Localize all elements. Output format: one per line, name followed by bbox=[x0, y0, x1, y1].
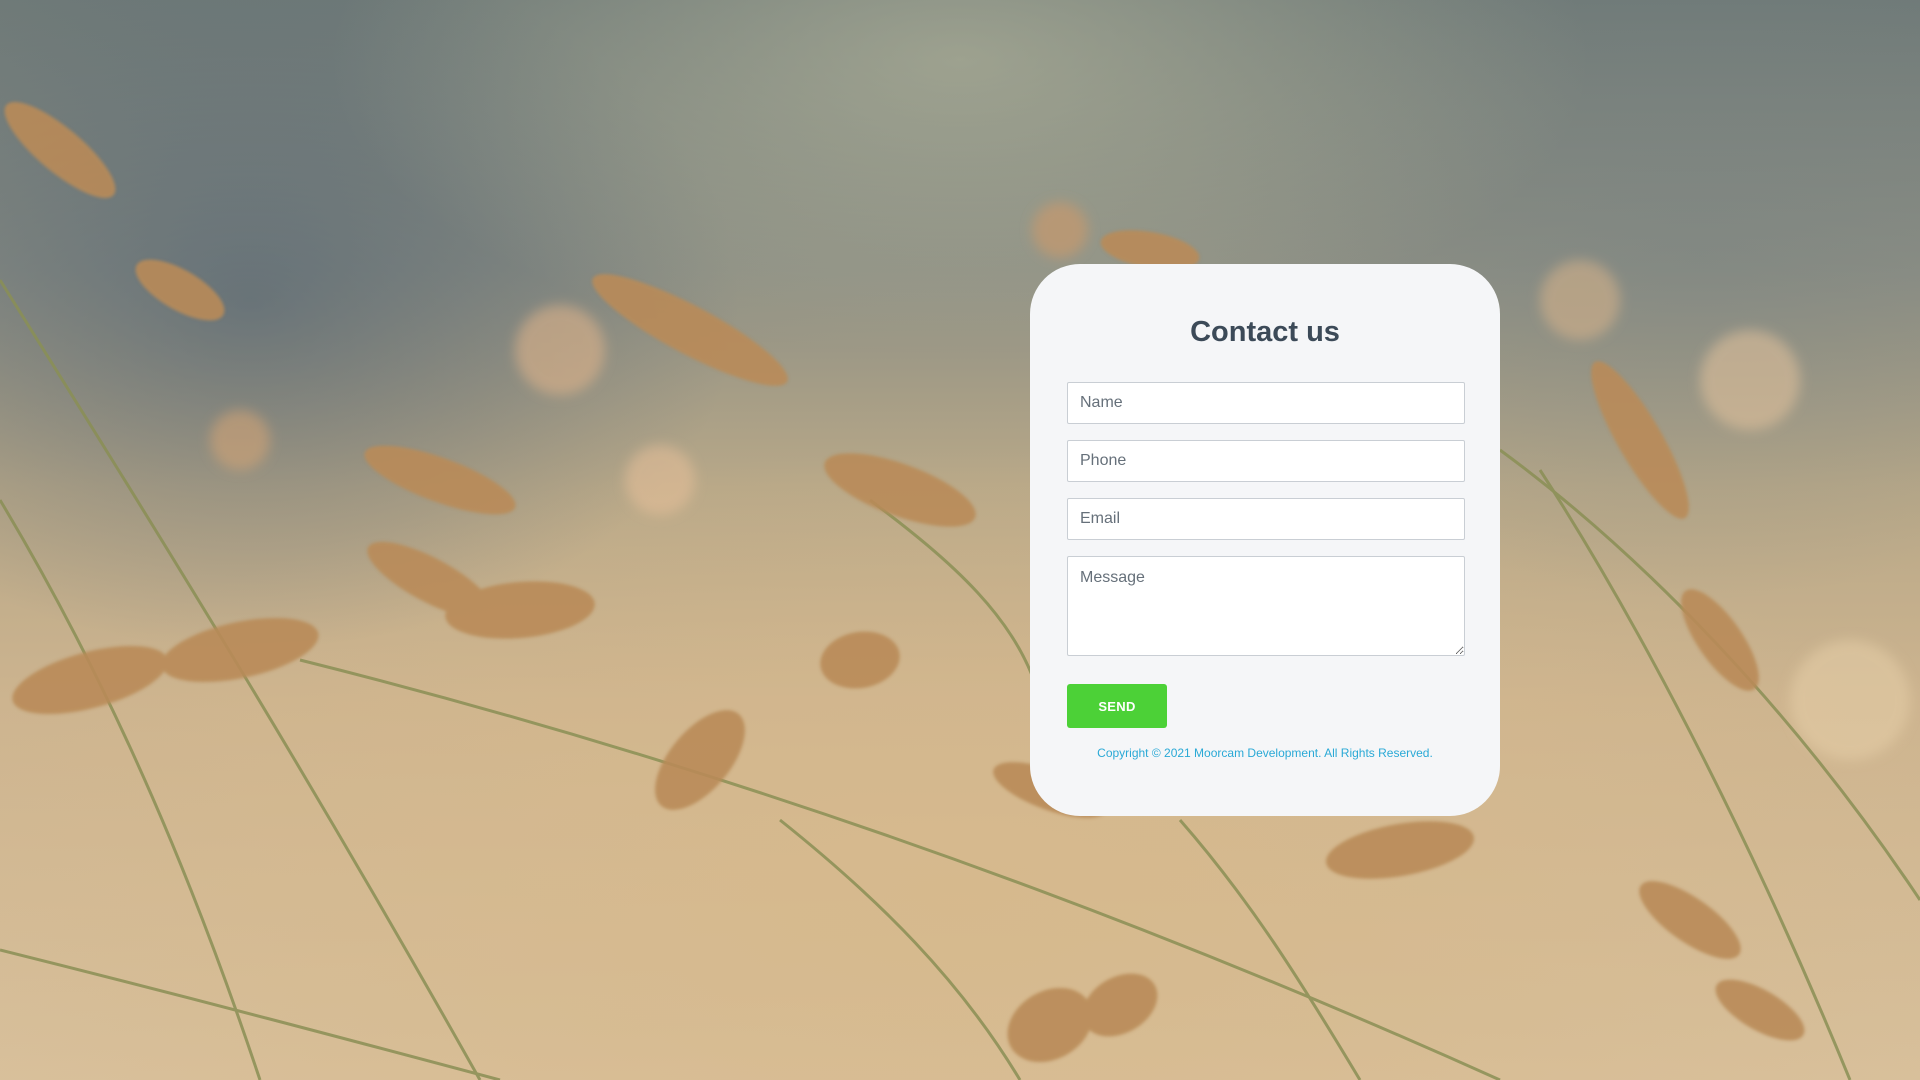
email-input[interactable] bbox=[1067, 498, 1465, 540]
name-input[interactable] bbox=[1067, 382, 1465, 424]
copyright-text: Copyright © 2021 Moorcam Development. Al… bbox=[1097, 746, 1433, 760]
send-button[interactable]: SEND bbox=[1067, 684, 1167, 728]
wheat-field-illustration bbox=[0, 101, 1920, 1080]
form-title: Contact us bbox=[1190, 316, 1340, 348]
wheat-heads bbox=[4, 101, 1805, 1063]
contact-form-card: Contact us SEND Copyright © 2021 Moorcam… bbox=[1030, 264, 1500, 816]
message-textarea[interactable] bbox=[1067, 556, 1465, 656]
background-photo bbox=[0, 0, 1920, 1080]
phone-input[interactable] bbox=[1067, 440, 1465, 482]
